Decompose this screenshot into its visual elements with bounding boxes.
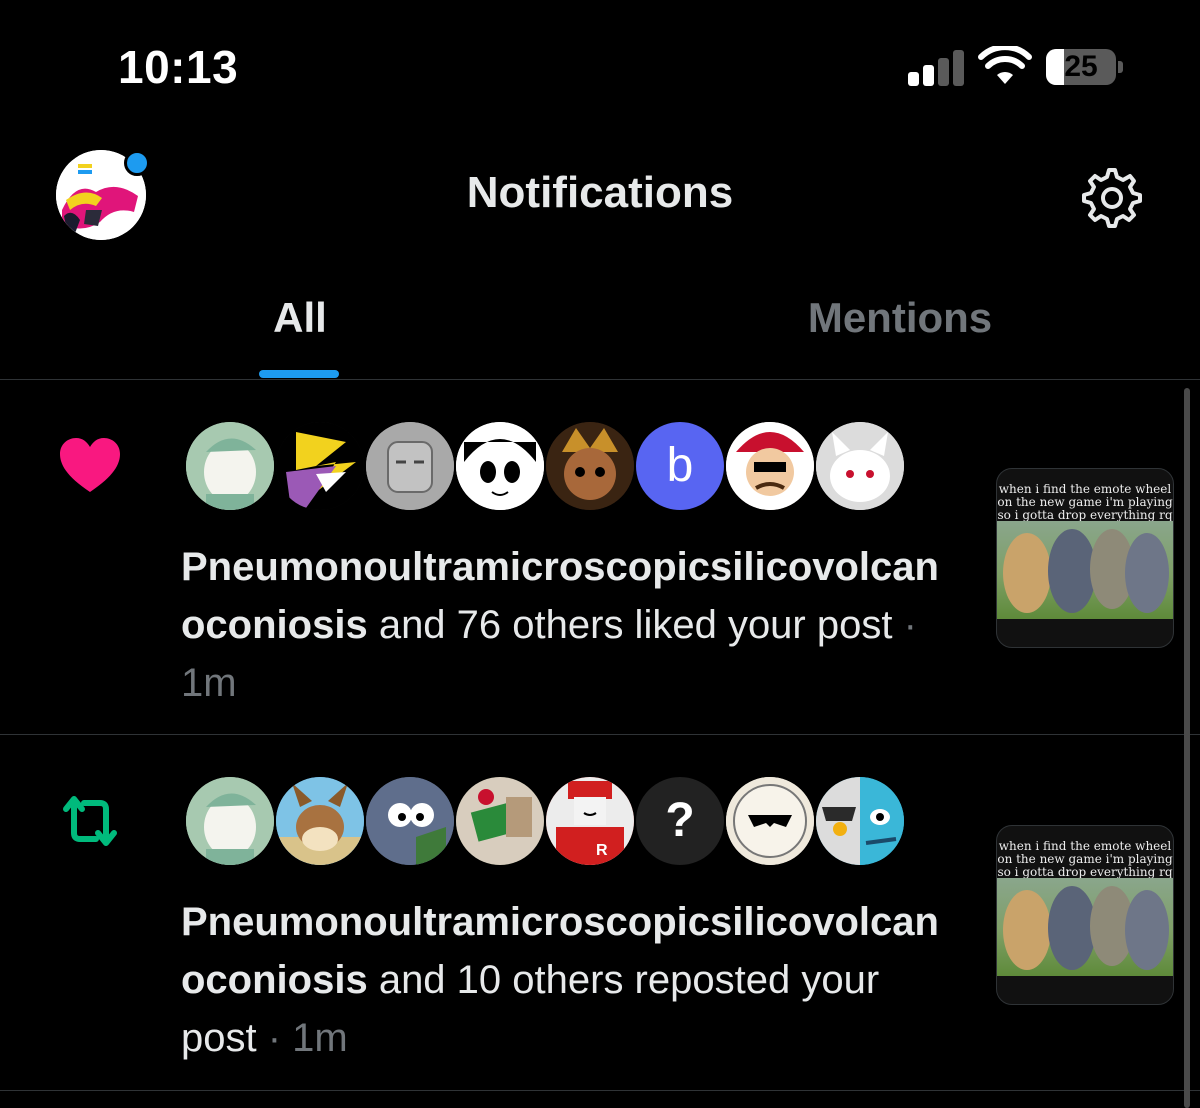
page-title: Notifications <box>466 168 734 217</box>
notification-text: Pneumonoultramicroscopicsilicovolcanocon… <box>181 538 961 712</box>
post-thumbnail[interactable]: when i find the emote wheel on the new g… <box>996 825 1174 1005</box>
avatar[interactable] <box>814 420 906 512</box>
thumbnail-caption: when i find the emote wheel on the new g… <box>997 482 1173 522</box>
separator: · <box>892 603 917 647</box>
tab-bar: All Mentions <box>0 260 1200 380</box>
heart-icon <box>60 438 120 492</box>
separator: · <box>256 1016 293 1060</box>
avatar-stack: b <box>184 420 944 512</box>
notification-like[interactable]: b Pneumonoultramicroscopicsilicovolcanoc… <box>0 380 1200 735</box>
battery-cap <box>1118 61 1123 73</box>
gear-icon[interactable] <box>1078 164 1142 228</box>
avatar[interactable] <box>364 775 456 867</box>
avatar[interactable]: b <box>634 420 726 512</box>
header: Notifications <box>0 130 1200 260</box>
scrollbar[interactable] <box>1184 388 1190 1108</box>
notification-repost[interactable]: R ? Pneumonoultramicroscopicsilicovolcan… <box>0 735 1200 1091</box>
avatar[interactable] <box>544 420 636 512</box>
timestamp: 1m <box>181 661 237 705</box>
svg-text:R: R <box>596 842 608 859</box>
avatar[interactable]: ? <box>634 775 726 867</box>
avatar[interactable] <box>454 775 546 867</box>
avatar[interactable] <box>274 420 366 512</box>
avatar[interactable] <box>184 775 276 867</box>
avatar[interactable] <box>454 420 546 512</box>
status-bar: 10:13 25 <box>0 0 1200 130</box>
avatar-letter: ? <box>665 794 695 847</box>
thumbnail-image <box>997 521 1173 619</box>
signal-icon <box>908 50 966 86</box>
timestamp: 1m <box>292 1016 348 1060</box>
avatar-letter: b <box>666 439 694 492</box>
repost-icon <box>63 796 117 846</box>
avatar[interactable] <box>724 420 816 512</box>
avatar[interactable] <box>814 775 906 867</box>
thumbnail-caption: when i find the emote wheel on the new g… <box>997 839 1173 879</box>
battery-icon: 25 <box>1046 49 1116 85</box>
avatar[interactable] <box>184 420 276 512</box>
battery-level: 25 <box>1064 50 1098 83</box>
avatar-stack: R ? <box>184 775 944 867</box>
avatar[interactable] <box>364 420 456 512</box>
status-time: 10:13 <box>118 41 239 93</box>
avatar[interactable] <box>724 775 816 867</box>
post-thumbnail[interactable]: when i find the emote wheel on the new g… <box>996 468 1174 648</box>
thumbnail-image <box>997 878 1173 976</box>
tab-label: Mentions <box>807 294 993 341</box>
active-tab-indicator <box>259 370 339 378</box>
avatar[interactable]: R <box>544 775 636 867</box>
tab-all[interactable]: All <box>0 260 600 379</box>
notification-text: Pneumonoultramicroscopicsilicovolcanocon… <box>181 893 961 1067</box>
tab-mentions[interactable]: Mentions <box>600 260 1200 379</box>
notification-action: and 76 others liked your post <box>367 603 893 647</box>
tab-label: All <box>273 294 327 341</box>
avatar[interactable] <box>274 775 366 867</box>
wifi-icon <box>978 46 1032 84</box>
